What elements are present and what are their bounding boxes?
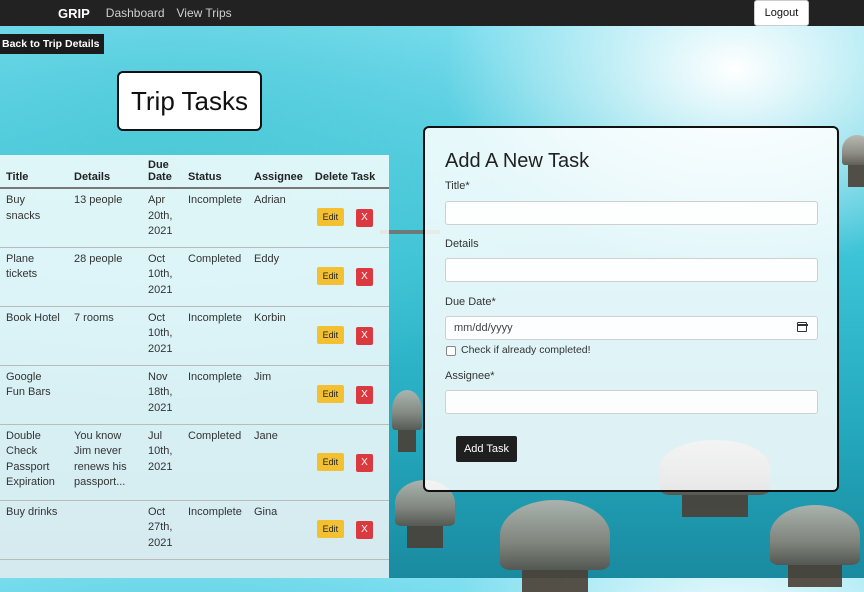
task-title: Plane tickets: [0, 247, 68, 307]
task-details: 7 rooms: [68, 306, 142, 366]
task-actions: Edit X: [308, 188, 389, 248]
completed-checkbox[interactable]: [446, 346, 456, 356]
assignee-input[interactable]: [445, 390, 818, 414]
task-status: Completed: [182, 247, 248, 307]
table-row: Buy snacks 13 people Apr 20th, 2021 Inco…: [0, 188, 389, 248]
task-actions: Edit X: [308, 500, 389, 560]
task-status: Completed: [182, 424, 248, 501]
task-actions: Edit X: [308, 365, 389, 425]
task-title: Double Check Passport Expiration: [0, 424, 68, 501]
tasks-table-panel: Title Details Due Date Status Assignee D…: [0, 155, 389, 578]
tasks-table: Title Details Due Date Status Assignee D…: [0, 155, 389, 560]
task-actions: Edit X: [308, 247, 389, 307]
task-title: Book Hotel: [0, 306, 68, 366]
edit-button[interactable]: Edit: [316, 208, 344, 227]
column-header-title: Title: [0, 155, 68, 189]
task-assignee: Adrian: [248, 188, 309, 248]
task-due-date: Oct 27th, 2021: [142, 500, 182, 560]
nav-link-dashboard[interactable]: Dashboard: [106, 6, 165, 20]
task-title: Buy snacks: [0, 188, 68, 248]
task-assignee: Jane: [248, 424, 309, 501]
task-status: Incomplete: [182, 500, 248, 560]
add-task-form: Add A New Task Title* Details Due Date* …: [423, 126, 839, 492]
task-assignee: Gina: [248, 500, 309, 560]
table-row: Google Fun Bars Nov 18th, 2021 Incomplet…: [0, 365, 389, 425]
column-header-assignee: Assignee: [248, 155, 309, 189]
delete-button[interactable]: X: [355, 268, 373, 286]
task-details: [68, 365, 142, 425]
task-details: You know Jim never renews his passport..…: [68, 424, 142, 501]
add-task-button[interactable]: Add Task: [456, 436, 517, 462]
navbar: GRIP Dashboard View Trips Logout: [0, 0, 864, 26]
assignee-label: Assignee*: [445, 370, 495, 382]
task-actions: Edit X: [308, 424, 389, 501]
task-due-date: Apr 20th, 2021: [142, 188, 182, 248]
task-status: Incomplete: [182, 188, 248, 248]
task-due-date: Oct 10th, 2021: [142, 306, 182, 366]
hut: [842, 135, 864, 187]
delete-button[interactable]: X: [355, 453, 373, 472]
edit-button[interactable]: Edit: [316, 267, 344, 285]
delete-button[interactable]: X: [355, 209, 373, 228]
delete-button[interactable]: X: [355, 327, 373, 345]
task-due-date: Jul 10th, 2021: [142, 424, 182, 501]
task-due-date: Oct 10th, 2021: [142, 247, 182, 307]
column-header-details: Details: [68, 155, 142, 189]
table-row: Buy drinks Oct 27th, 2021 Incomplete Gin…: [0, 500, 389, 560]
edit-button[interactable]: Edit: [316, 520, 344, 538]
hut: [392, 390, 422, 452]
hut: [500, 500, 610, 592]
nav-link-view-trips[interactable]: View Trips: [177, 6, 232, 20]
task-status: Incomplete: [182, 306, 248, 366]
task-status: Incomplete: [182, 365, 248, 425]
table-header-row: Title Details Due Date Status Assignee D…: [0, 155, 389, 189]
edit-button[interactable]: Edit: [316, 452, 344, 471]
task-details: [68, 500, 142, 560]
delete-button[interactable]: X: [355, 521, 373, 539]
title-input[interactable]: [445, 201, 818, 225]
table-row: Plane tickets 28 people Oct 10th, 2021 C…: [0, 247, 389, 307]
hut: [770, 505, 860, 587]
task-assignee: Korbin: [248, 306, 309, 366]
task-assignee: Eddy: [248, 247, 309, 307]
edit-button[interactable]: Edit: [316, 326, 344, 344]
back-to-trip-details-button[interactable]: Back to Trip Details: [0, 34, 104, 54]
task-title: Google Fun Bars: [0, 365, 68, 425]
calendar-icon[interactable]: [796, 322, 808, 332]
due-date-placeholder: mm/dd/yyyy: [454, 322, 513, 334]
column-header-due-date: Due Date: [142, 155, 182, 189]
details-input[interactable]: [445, 258, 818, 282]
delete-button[interactable]: X: [355, 386, 373, 404]
table-row: Double Check Passport Expiration You kno…: [0, 424, 389, 501]
task-details: 28 people: [68, 247, 142, 307]
logout-button[interactable]: Logout: [754, 0, 809, 26]
task-title: Buy drinks: [0, 500, 68, 560]
completed-checkbox-label: Check if already completed!: [461, 344, 591, 356]
column-header-delete-task: Delete Task: [308, 155, 389, 189]
title-label: Title*: [445, 180, 470, 192]
brand-logo[interactable]: GRIP: [58, 6, 90, 21]
task-actions: Edit X: [308, 306, 389, 366]
task-details: 13 people: [68, 188, 142, 248]
column-header-status: Status: [182, 155, 248, 189]
details-label: Details: [445, 238, 479, 250]
page-title: Trip Tasks: [117, 71, 262, 131]
form-title: Add A New Task: [445, 150, 590, 172]
table-row: Book Hotel 7 rooms Oct 10th, 2021 Incomp…: [0, 306, 389, 366]
edit-button[interactable]: Edit: [316, 385, 344, 403]
due-date-label: Due Date*: [445, 296, 496, 308]
due-date-input[interactable]: mm/dd/yyyy: [445, 316, 818, 340]
task-due-date: Nov 18th, 2021: [142, 365, 182, 425]
task-assignee: Jim: [248, 365, 309, 425]
